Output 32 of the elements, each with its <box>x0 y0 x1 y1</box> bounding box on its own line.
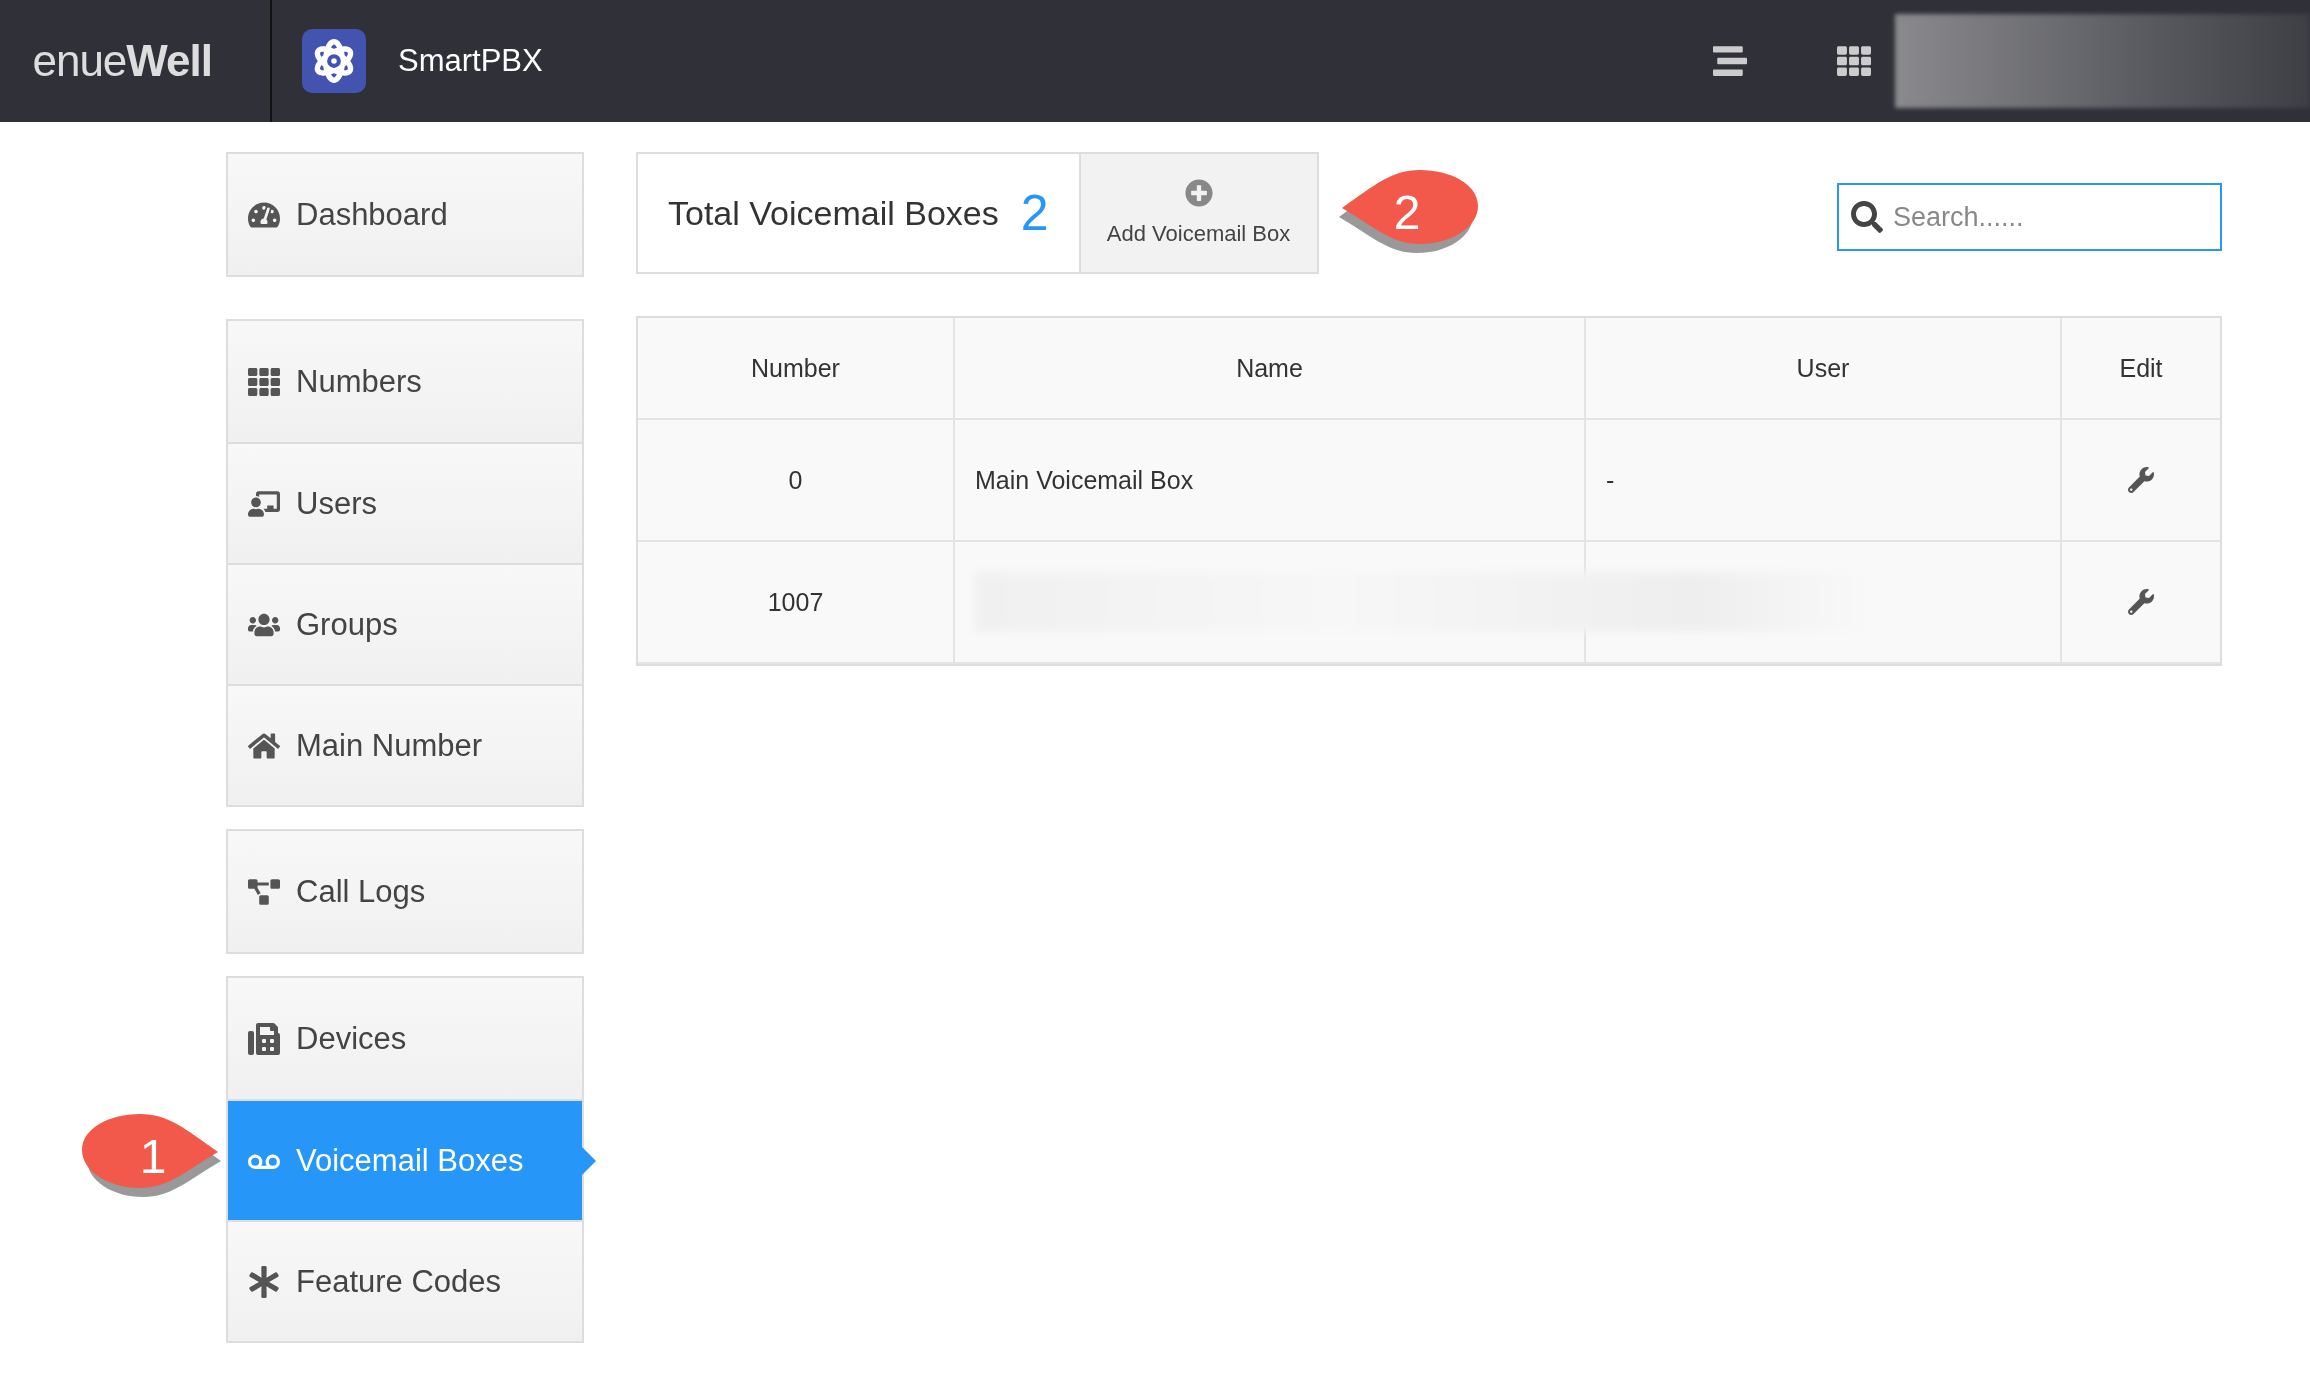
sidebar-item[interactable]: Feature Codes <box>228 1220 582 1341</box>
fax-icon <box>248 1022 280 1055</box>
search-field[interactable]: Search...... <box>1837 183 2222 251</box>
column-header: Number <box>638 318 955 420</box>
app-name: SmartPBX <box>398 43 544 79</box>
column-header: Edit <box>2062 318 2220 420</box>
summary-label: Total Voicemail Boxes <box>667 193 1000 233</box>
plus-icon <box>1184 179 1213 207</box>
edit-wrench-icon[interactable] <box>2128 467 2154 493</box>
sidebar-item[interactable]: Groups <box>228 563 582 684</box>
brand-logo: enueWell <box>0 0 272 122</box>
asterisk-icon <box>248 1265 280 1298</box>
atom-icon <box>302 29 366 93</box>
table-cell: 1007 <box>638 542 955 664</box>
table-cell: - <box>1586 420 2062 542</box>
active-pointer <box>582 1146 596 1175</box>
sidebar-item[interactable]: Users <box>228 442 582 563</box>
sidebar-item[interactable]: Call Logs <box>228 831 582 952</box>
column-header: User <box>1586 318 2062 420</box>
sidebar-item[interactable]: Devices <box>228 978 582 1099</box>
summary-count: 2 <box>1020 184 1050 242</box>
search-icon <box>1851 201 1883 233</box>
column-header: Name <box>955 318 1586 420</box>
add-voicemail-button[interactable]: Add Voicemail Box <box>1078 154 1317 272</box>
sidebar-item[interactable]: Dashboard <box>228 154 582 275</box>
table-cell: 0 <box>638 420 955 542</box>
table-cell: Main Voicemail Box <box>955 420 1586 542</box>
apps-grid-icon[interactable] <box>1837 44 1871 78</box>
sidebar-item[interactable]: Numbers <box>228 321 582 442</box>
sidebar-item[interactable]: Main Number <box>228 684 582 805</box>
edit-wrench-icon[interactable] <box>2128 589 2154 615</box>
grid-icon <box>248 365 280 398</box>
